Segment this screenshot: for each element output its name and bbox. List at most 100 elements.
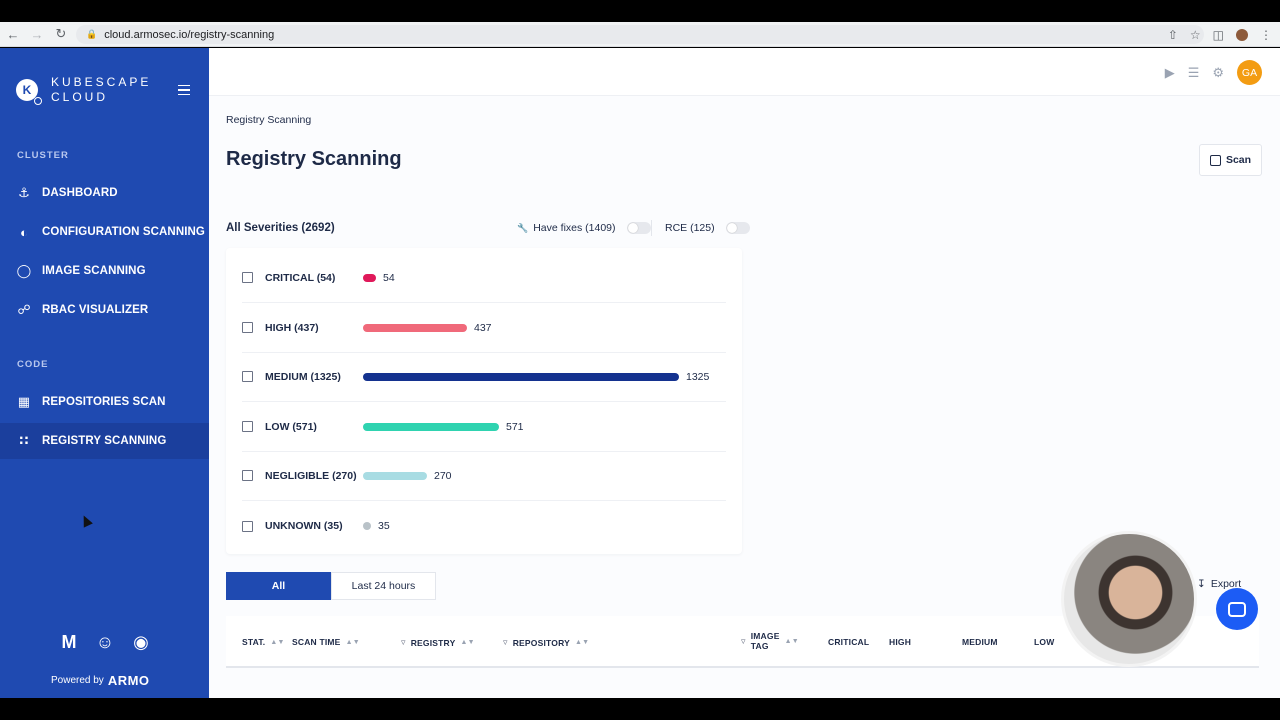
download-icon: ↧ <box>1197 578 1206 590</box>
unknown-checkbox[interactable] <box>242 520 253 532</box>
share-icon[interactable]: ⇧ <box>1168 28 1178 42</box>
armo-logo: ARMO <box>107 673 150 688</box>
discord-icon[interactable]: ☺ <box>94 632 116 652</box>
severity-label: HIGH (437) <box>265 321 319 334</box>
column-header-scan-time[interactable]: SCAN TIME ▲▼ <box>292 637 360 647</box>
column-header-status[interactable]: STAT. ▲▼ <box>242 637 285 647</box>
profile-avatar-icon[interactable] <box>1236 28 1248 41</box>
sidebar-item-label: RBAC VISUALIZER <box>42 304 149 316</box>
hamburger-menu-icon[interactable] <box>178 85 190 95</box>
rce-toggle[interactable] <box>725 222 750 234</box>
page-title: Registry Scanning <box>226 148 402 170</box>
all-severities-label: All Severities (2692) <box>226 222 335 234</box>
play-icon[interactable]: ▶ <box>1165 65 1175 81</box>
powered-by-label: Powered by <box>51 675 104 686</box>
forward-icon[interactable]: → <box>26 23 48 45</box>
address-bar[interactable]: 🔒 cloud.armosec.io/registry-scanning <box>76 25 1204 44</box>
gmail-icon[interactable]: M <box>58 632 80 652</box>
repo-scan-icon: ▦ <box>17 394 31 409</box>
column-header-low[interactable]: LOW <box>1034 637 1054 647</box>
section-label-code: CODE <box>17 359 49 370</box>
rbac-icon: ☍ <box>17 302 31 317</box>
severity-row-unknown: UNKNOWN (35) 35 <box>242 501 726 551</box>
column-header-medium[interactable]: MEDIUM <box>962 637 998 647</box>
severity-label: UNKNOWN (35) <box>265 520 343 532</box>
severity-bar <box>363 471 427 480</box>
severity-label: LOW (571) <box>265 420 317 433</box>
wrench-icon: 🔧 <box>517 222 529 233</box>
have-fixes-toggle[interactable] <box>626 222 651 234</box>
gear-icon[interactable]: ⚙ <box>1212 65 1224 81</box>
sidebar-item-repositories-scan[interactable]: ▦ REPOSITORIES SCAN <box>0 384 209 420</box>
sort-icon: ▲▼ <box>784 637 799 645</box>
sidebar-item-registry-scanning[interactable]: ∷ REGISTRY SCANNING <box>0 423 209 459</box>
sidebar-item-label: DASHBOARD <box>42 187 118 199</box>
sidebar-item-image-scanning[interactable]: ◯ IMAGE SCANNING <box>0 253 209 289</box>
top-bar: ▶ ☰ ⚙ GA <box>209 48 1280 96</box>
severity-bar <box>363 422 499 431</box>
sidepanel-icon[interactable]: ◫ <box>1213 28 1224 42</box>
time-filter-tabs: All Last 24 hours <box>226 572 436 600</box>
column-header-high[interactable]: HIGH <box>889 637 911 647</box>
low-checkbox[interactable] <box>242 421 253 432</box>
column-header-registry[interactable]: ▿ REGISTRY ▲▼ <box>401 637 475 648</box>
column-header-critical[interactable]: CRITICAL <box>828 637 869 647</box>
chat-support-button[interactable] <box>1216 588 1258 630</box>
column-label: STAT. <box>242 637 266 647</box>
medium-checkbox[interactable] <box>242 371 253 382</box>
kebab-menu-icon[interactable]: ⋮ <box>1260 28 1272 42</box>
severity-count: 270 <box>434 469 452 482</box>
severity-row-medium: MEDIUM (1325) 1325 <box>242 352 726 402</box>
breadcrumb[interactable]: Registry Scanning <box>226 114 311 126</box>
rce-filter: RCE (125) <box>665 222 750 234</box>
sort-icon: ▲▼ <box>574 639 590 646</box>
column-label: REPOSITORY <box>512 637 570 648</box>
filter-icon[interactable]: ▿ <box>741 636 746 647</box>
scan-button-label: Scan <box>1225 154 1252 166</box>
sort-icon: ▲▼ <box>345 638 360 646</box>
brand-line-2: CLOUD <box>51 90 109 104</box>
powered-by[interactable]: Powered by ARMO <box>51 673 150 688</box>
column-header-image-tag[interactable]: ▿ IMAGE TAG ▲▼ <box>741 631 799 651</box>
browser-toolbar: ← → ↻ 🔒 cloud.armosec.io/registry-scanni… <box>0 22 1280 47</box>
sidebar-item-configuration-scanning[interactable]: ◐ CONFIGURATION SCANNING <box>0 214 209 250</box>
lock-icon: 🔒 <box>86 29 98 39</box>
sidebar-item-label: CONFIGURATION SCANNING <box>42 226 205 238</box>
severity-bar <box>363 372 679 381</box>
user-avatar[interactable]: GA <box>1237 60 1262 85</box>
filter-divider <box>651 220 652 236</box>
sidebar-item-rbac-visualizer[interactable]: ☍ RBAC VISUALIZER <box>0 292 209 328</box>
column-label-line: TAG <box>750 641 769 651</box>
column-label: REGISTRY <box>410 637 456 648</box>
layers-icon[interactable]: ☰ <box>1188 65 1200 81</box>
column-header-repository[interactable]: ▿ REPOSITORY ▲▼ <box>503 637 589 648</box>
github-icon[interactable]: ◉ <box>130 632 152 652</box>
reload-icon[interactable]: ↻ <box>50 23 72 45</box>
presenter-webcam-overlay <box>1061 531 1197 667</box>
have-fixes-filter: 🔧 Have fixes (1409) <box>517 222 651 234</box>
bookmark-star-icon[interactable]: ☆ <box>1190 28 1201 42</box>
back-icon[interactable]: ← <box>2 23 24 45</box>
column-label-line: IMAGE <box>750 631 780 641</box>
severity-count: 1325 <box>686 370 710 383</box>
chat-icon <box>1228 601 1246 617</box>
severity-bar <box>363 273 376 282</box>
section-label-cluster: CLUSTER <box>17 150 69 161</box>
social-links: M ☺ ◉ <box>58 632 152 652</box>
sidebar-item-dashboard[interactable]: ⚓ DASHBOARD <box>0 175 209 211</box>
calendar-icon <box>1209 154 1221 166</box>
scan-button[interactable]: Scan <box>1199 144 1262 176</box>
sidebar-item-label: IMAGE SCANNING <box>42 265 146 277</box>
critical-checkbox[interactable] <box>242 272 253 283</box>
tab-all[interactable]: All <box>226 572 331 600</box>
high-checkbox[interactable] <box>242 322 253 333</box>
tab-last-24-hours[interactable]: Last 24 hours <box>331 572 436 600</box>
filter-icon[interactable]: ▿ <box>401 637 406 648</box>
config-scan-icon: ◐ <box>20 224 28 240</box>
browser-actions: ⇧ ☆ ◫ ⋮ <box>1168 24 1272 45</box>
negligible-checkbox[interactable] <box>242 470 253 481</box>
severity-bar <box>363 522 371 530</box>
sidebar-item-label: REGISTRY SCANNING <box>42 435 167 447</box>
brand[interactable]: K KUBESCAPE CLOUD <box>16 75 151 105</box>
filter-icon[interactable]: ▿ <box>503 637 508 648</box>
